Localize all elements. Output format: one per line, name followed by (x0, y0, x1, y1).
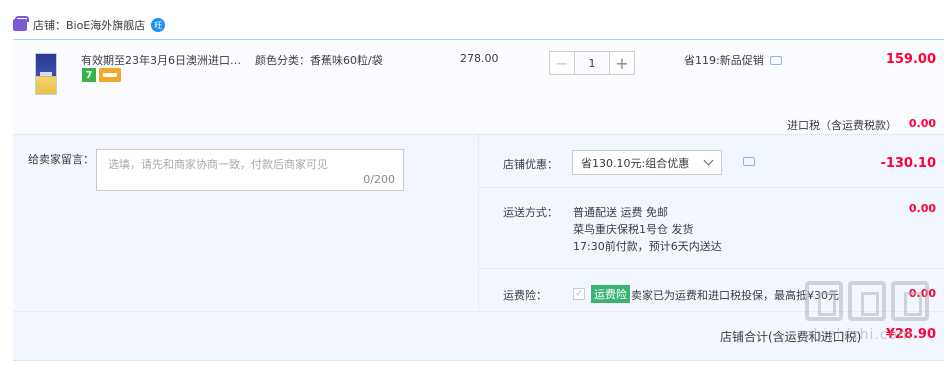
order-options-panel: 给卖家留言： 选填，请先和商家协商一致，付款后商家可见 0/200 店铺优惠： … (13, 135, 944, 361)
shipping-insurance-tag: 运费险 (591, 285, 630, 303)
product-title[interactable]: 有效期至23年3月6日澳洲进口… (81, 52, 241, 68)
seven-day-return-icon: 7 (82, 68, 96, 82)
product-sku: 颜色分类：香蕉味60粒/袋 (255, 54, 383, 67)
seller-message-input[interactable]: 选填，请先和商家协商一致，付款后商家可见 0/200 (96, 149, 404, 191)
shop-name[interactable]: 店铺：BioE海外旗舰店 (33, 17, 145, 33)
shipping-warehouse: 菜鸟重庆保税1号仓 发货 (573, 223, 694, 236)
import-tax-label: 进口税（含运费税款） (787, 119, 897, 132)
seller-message-placeholder: 选填，请先和商家协商一致，付款后商家可见 (108, 158, 328, 171)
shop-total-row: 店铺合计(含运费和进口税) ¥28.90 (13, 311, 944, 361)
promotion-info-icon[interactable] (769, 56, 782, 65)
credit-card-icon (99, 68, 121, 82)
item-subtotal: 159.00 (885, 52, 936, 67)
shop-total-label: 店铺合计(含运费和进口税) (720, 330, 862, 344)
cart-item-row: 有效期至23年3月6日澳洲进口… 7 颜色分类：香蕉味60粒/袋 278.00 … (13, 39, 944, 135)
shop-coupon-value: -130.10 (880, 156, 936, 171)
coupon-info-icon[interactable] (743, 157, 755, 166)
shop-coupon-selected: 省130.10元:组合优惠 (581, 156, 690, 170)
product-thumbnail[interactable] (35, 53, 57, 95)
divider (479, 187, 944, 188)
unit-price: 278.00 (460, 52, 499, 65)
shipping-insurance-text: 卖家已为运费和进口税投保，最高抵¥30元 (631, 289, 839, 302)
shop-total-value: ¥28.90 (885, 327, 936, 342)
order-summary-right: 店铺优惠： 省130.10元:组合优惠 -130.10 运送方式： 普通配送 运… (478, 135, 944, 311)
quantity-decrease-button[interactable]: − (549, 51, 575, 75)
import-tax-value: 0.00 (908, 117, 936, 130)
shop-header: 店铺：BioE海外旗舰店 旺 (13, 14, 166, 36)
shipping-method: 普通配送 运费 免邮 (573, 206, 668, 219)
shop-coupon-label: 店铺优惠： (503, 158, 558, 171)
promotion-label: 省119:新品促销 (684, 54, 764, 67)
seller-message-counter: 0/200 (363, 173, 395, 186)
divider (479, 268, 944, 269)
wangwang-chat-icon[interactable]: 旺 (151, 18, 166, 32)
shop-coupon-select[interactable]: 省130.10元:组合优惠 (572, 150, 722, 175)
seller-message-label: 给卖家留言： (28, 153, 94, 166)
quantity-increase-button[interactable]: + (609, 51, 635, 75)
shipping-fee: 0.00 (908, 202, 936, 215)
shipping-insurance-value: 0.00 (908, 287, 936, 300)
quantity-input[interactable]: 1 (575, 51, 609, 75)
item-promotion: 省119:新品促销 (684, 52, 782, 68)
shop-icon (13, 16, 29, 31)
chevron-down-icon (703, 155, 714, 166)
shipping-eta: 17:30前付款，预计6天内送达 (573, 240, 722, 253)
shipping-insurance-checkbox[interactable]: ✓ (573, 288, 585, 300)
shipping-insurance-label: 运费险： (503, 289, 547, 302)
quantity-stepper: − 1 + (549, 51, 635, 75)
shipping-method-label: 运送方式： (503, 206, 558, 219)
